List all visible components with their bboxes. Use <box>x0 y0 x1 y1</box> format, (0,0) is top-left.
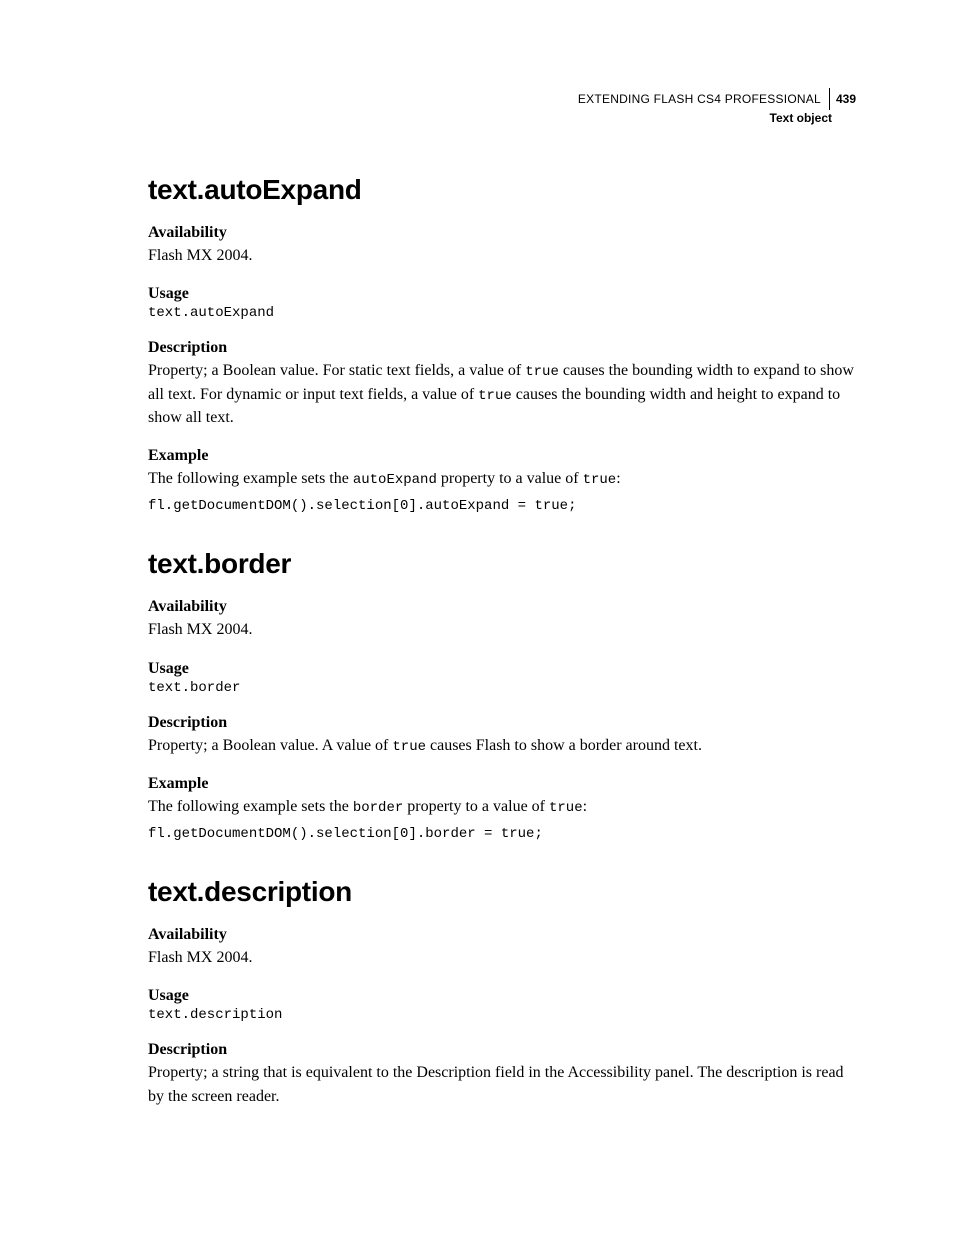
usage-code: text.border <box>148 680 856 696</box>
availability-label: Availability <box>148 926 856 944</box>
usage-code: text.autoExpand <box>148 305 856 321</box>
inline-code: border <box>353 800 403 816</box>
text-run: : <box>616 470 620 487</box>
page-number: 439 <box>836 91 856 107</box>
page: EXTENDING FLASH CS4 PROFESSIONAL 439 Tex… <box>0 0 954 1168</box>
section-heading: text.border <box>148 548 856 580</box>
section-heading: text.autoExpand <box>148 174 856 206</box>
example-label: Example <box>148 447 856 465</box>
text-run: The following example sets the <box>148 798 353 815</box>
example-code-block: fl.getDocumentDOM().selection[0].border … <box>148 826 856 842</box>
header-subtitle: Text object <box>148 110 832 126</box>
inline-code: true <box>549 800 583 816</box>
text-run: Property; a Boolean value. A value of <box>148 737 392 754</box>
running-header: EXTENDING FLASH CS4 PROFESSIONAL 439 Tex… <box>148 88 856 126</box>
description-text: Property; a Boolean value. A value of tr… <box>148 734 856 757</box>
usage-label: Usage <box>148 660 856 678</box>
description-label: Description <box>148 714 856 732</box>
text-run: Property; a Boolean value. For static te… <box>148 362 525 379</box>
text-run: causes Flash to show a border around tex… <box>426 737 702 754</box>
text-run: property to a value of <box>403 798 549 815</box>
usage-label: Usage <box>148 285 856 303</box>
description-label: Description <box>148 1041 856 1059</box>
doc-title: EXTENDING FLASH CS4 PROFESSIONAL <box>578 91 821 107</box>
text-run: property to a value of <box>437 470 583 487</box>
description-label: Description <box>148 339 856 357</box>
availability-text: Flash MX 2004. <box>148 618 856 641</box>
text-run: Property; a string that is equivalent to… <box>148 1064 844 1104</box>
availability-label: Availability <box>148 224 856 242</box>
inline-code: true <box>478 388 512 404</box>
usage-code: text.description <box>148 1007 856 1023</box>
section-heading: text.description <box>148 876 856 908</box>
description-text: Property; a string that is equivalent to… <box>148 1061 856 1107</box>
inline-code: autoExpand <box>353 472 437 488</box>
example-code-block: fl.getDocumentDOM().selection[0].autoExp… <box>148 498 856 514</box>
usage-label: Usage <box>148 987 856 1005</box>
example-text: The following example sets the autoExpan… <box>148 467 856 490</box>
header-divider <box>829 88 830 110</box>
availability-text: Flash MX 2004. <box>148 244 856 267</box>
text-run: : <box>583 798 587 815</box>
text-run: The following example sets the <box>148 470 353 487</box>
description-text: Property; a Boolean value. For static te… <box>148 359 856 429</box>
availability-label: Availability <box>148 598 856 616</box>
example-text: The following example sets the border pr… <box>148 795 856 818</box>
example-label: Example <box>148 775 856 793</box>
inline-code: true <box>583 472 617 488</box>
inline-code: true <box>392 739 426 755</box>
availability-text: Flash MX 2004. <box>148 946 856 969</box>
inline-code: true <box>525 364 559 380</box>
